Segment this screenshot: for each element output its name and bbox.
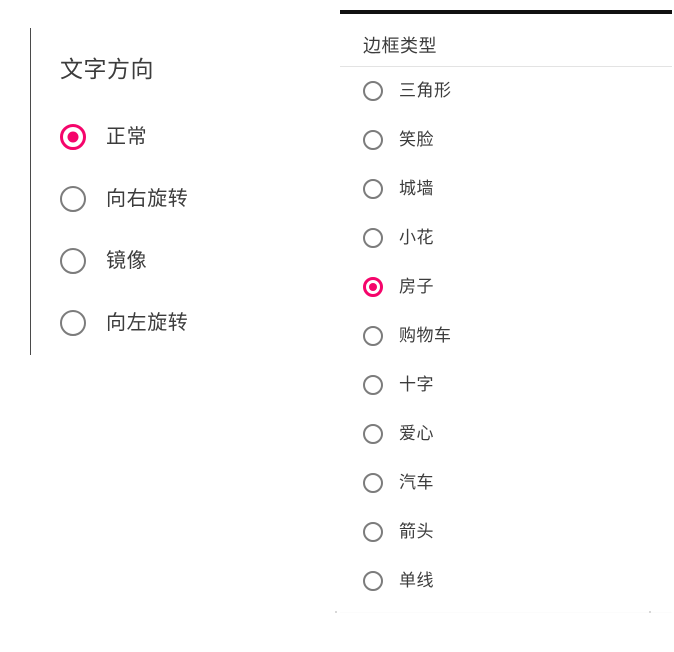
text-direction-option-3[interactable]: 向左旋转 xyxy=(60,292,320,354)
right-panel-top-divider xyxy=(340,10,672,14)
border-type-option-label: 三角形 xyxy=(399,81,452,100)
border-type-radio-wrap-3[interactable] xyxy=(363,227,399,248)
text-direction-title: 文字方向 xyxy=(60,56,154,82)
border-type-option-7[interactable]: 爱心 xyxy=(363,409,663,458)
border-type-radio-wrap-10[interactable] xyxy=(363,570,399,591)
border-type-option-6[interactable]: 十字 xyxy=(363,360,663,409)
radio-unselected-icon[interactable] xyxy=(60,186,86,212)
radio-unselected-icon[interactable] xyxy=(363,129,383,150)
border-type-option-0[interactable]: 三角形 xyxy=(363,66,663,115)
border-type-option-9[interactable]: 箭头 xyxy=(363,507,663,556)
radio-unselected-icon[interactable] xyxy=(363,521,383,542)
bottom-right-dot-marker xyxy=(649,611,651,613)
border-type-option-label: 购物车 xyxy=(399,326,452,345)
radio-unselected-icon[interactable] xyxy=(363,472,383,493)
border-type-option-label: 十字 xyxy=(399,375,434,394)
border-type-option-label: 笑脸 xyxy=(399,130,434,149)
radio-unselected-icon[interactable] xyxy=(60,248,86,274)
text-direction-option-label: 向左旋转 xyxy=(106,312,189,334)
radio-unselected-icon[interactable] xyxy=(363,423,383,444)
border-type-radio-wrap-5[interactable] xyxy=(363,325,399,346)
border-type-option-5[interactable]: 购物车 xyxy=(363,311,663,360)
border-type-option-label: 爱心 xyxy=(399,424,434,443)
text-direction-radio-group[interactable]: 正常向右旋转镜像向左旋转 xyxy=(60,106,320,354)
border-type-option-label: 箭头 xyxy=(399,522,434,541)
border-type-radio-wrap-0[interactable] xyxy=(363,80,399,101)
border-type-radio-wrap-2[interactable] xyxy=(363,178,399,199)
border-type-option-2[interactable]: 城墙 xyxy=(363,164,663,213)
radio-selected-icon[interactable] xyxy=(363,276,383,297)
text-direction-radio-wrap-3[interactable] xyxy=(60,310,106,336)
border-type-option-label: 单线 xyxy=(399,571,434,590)
border-type-title: 边框类型 xyxy=(363,36,437,56)
text-direction-radio-wrap-2[interactable] xyxy=(60,248,106,274)
text-direction-option-0[interactable]: 正常 xyxy=(60,106,320,168)
text-direction-radio-wrap-0[interactable] xyxy=(60,124,106,150)
border-type-option-4[interactable]: 房子 xyxy=(363,262,663,311)
radio-selected-icon[interactable] xyxy=(60,124,86,150)
border-type-option-label: 汽车 xyxy=(399,473,434,492)
border-type-radio-wrap-4[interactable] xyxy=(363,276,399,297)
radio-unselected-icon[interactable] xyxy=(363,325,383,346)
text-direction-option-label: 向右旋转 xyxy=(106,188,189,210)
radio-unselected-icon[interactable] xyxy=(363,374,383,395)
border-type-radio-wrap-7[interactable] xyxy=(363,423,399,444)
border-type-radio-wrap-6[interactable] xyxy=(363,374,399,395)
radio-unselected-icon[interactable] xyxy=(60,310,86,336)
border-type-option-label: 城墙 xyxy=(399,179,434,198)
text-direction-option-label: 正常 xyxy=(106,126,148,148)
left-panel-vertical-divider xyxy=(30,28,31,355)
border-type-option-8[interactable]: 汽车 xyxy=(363,458,663,507)
border-type-option-3[interactable]: 小花 xyxy=(363,213,663,262)
border-type-option-label: 房子 xyxy=(399,277,434,296)
radio-unselected-icon[interactable] xyxy=(363,570,383,591)
border-type-option-label: 小花 xyxy=(399,228,434,247)
border-type-radio-wrap-8[interactable] xyxy=(363,472,399,493)
text-direction-option-2[interactable]: 镜像 xyxy=(60,230,320,292)
border-type-radio-wrap-9[interactable] xyxy=(363,521,399,542)
border-type-option-10[interactable]: 单线 xyxy=(363,556,663,605)
border-type-panel: 边框类型 三角形笑脸城墙小花房子购物车十字爱心汽车箭头单线 xyxy=(330,0,674,652)
text-direction-radio-wrap-1[interactable] xyxy=(60,186,106,212)
border-type-radio-wrap-1[interactable] xyxy=(363,129,399,150)
radio-unselected-icon[interactable] xyxy=(363,227,383,248)
radio-unselected-icon[interactable] xyxy=(363,80,383,101)
bottom-left-dot-marker xyxy=(335,611,337,613)
text-direction-option-label: 镜像 xyxy=(106,250,148,272)
right-panel-bottom-divider xyxy=(340,612,672,613)
border-type-radio-group[interactable]: 三角形笑脸城墙小花房子购物车十字爱心汽车箭头单线 xyxy=(363,66,663,605)
text-direction-panel: 文字方向 正常向右旋转镜像向左旋转 xyxy=(0,0,330,652)
text-direction-option-1[interactable]: 向右旋转 xyxy=(60,168,320,230)
radio-unselected-icon[interactable] xyxy=(363,178,383,199)
border-type-option-1[interactable]: 笑脸 xyxy=(363,115,663,164)
